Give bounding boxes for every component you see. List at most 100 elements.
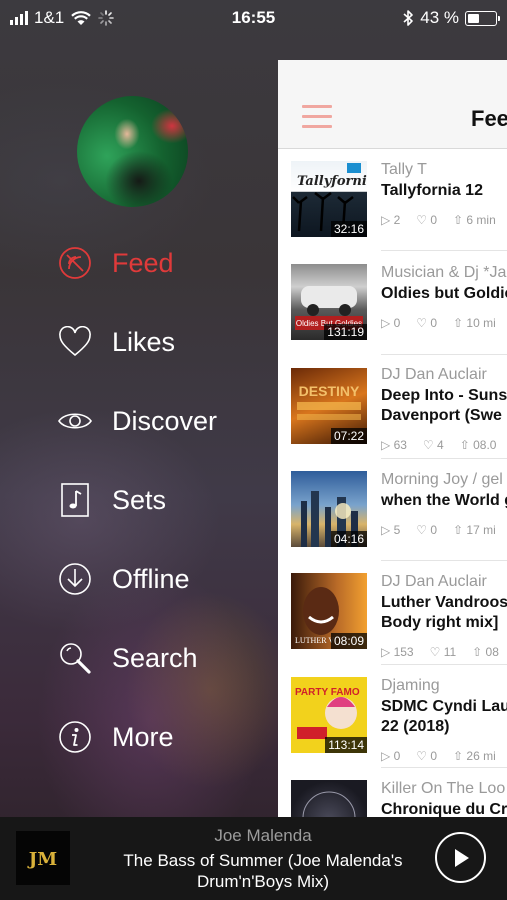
battery-percent: 43 % xyxy=(420,8,459,27)
like-count: 4 xyxy=(437,438,444,452)
download-icon xyxy=(56,560,94,598)
track-thumbnail: LUTHER V 08:09 xyxy=(291,573,367,649)
like-count: 11 xyxy=(443,645,457,659)
cover-text: JM xyxy=(27,849,58,870)
track-artist: Morning Joy / gel xyxy=(381,471,503,488)
mini-player[interactable]: JM Joe Malenda The Bass of Summer (Joe M… xyxy=(0,817,507,900)
upload-age: 17 mi xyxy=(466,523,496,537)
menu-label-offline: Offline xyxy=(112,563,190,594)
track-artist: Killer On The Loo xyxy=(381,780,506,797)
feed-panel[interactable]: Feed Tallyfornia 32:16 Tally T Tallyforn… xyxy=(278,60,507,817)
track-artist: Tally T xyxy=(381,161,427,178)
like-count: 0 xyxy=(430,749,438,763)
feed-header: Feed xyxy=(278,60,507,149)
track-artist: Musician & Dj *Ja xyxy=(381,264,507,281)
track-title-line2: Body right mix] xyxy=(381,614,499,631)
track-thumbnail: 04:16 xyxy=(291,471,367,547)
track-title: Chronique du Cr xyxy=(381,801,507,817)
menu-item-discover[interactable]: Discover xyxy=(56,401,217,441)
track-artist: DJ Dan Auclair xyxy=(381,573,487,590)
duration-badge: 32:16 xyxy=(330,221,367,237)
menu-item-sets[interactable]: Sets xyxy=(56,480,166,520)
track-title: Tallyfornia 12 xyxy=(381,182,483,199)
track-title-line2: 22 (2018) xyxy=(381,718,450,735)
duration-badge: 07:22 xyxy=(330,428,367,444)
track-title: Oldies but Goldie xyxy=(381,285,507,302)
list-item[interactable]: PARTY FAMO 113:14 Djaming SDMC Cyndi Lau… xyxy=(278,677,507,789)
duration-badge: 08:09 xyxy=(330,633,367,649)
play-count: 63 xyxy=(393,438,407,452)
track-artist: Djaming xyxy=(381,677,440,694)
play-button[interactable] xyxy=(435,832,486,883)
menu-label-likes: Likes xyxy=(112,326,176,357)
track-thumbnail: PARTY FAMO 113:14 xyxy=(291,677,367,753)
music-note-icon xyxy=(56,481,94,519)
hamburger-menu-icon[interactable] xyxy=(302,105,332,129)
duration-badge: 113:14 xyxy=(325,737,367,753)
list-item[interactable]: LUTHER V 08:09 DJ Dan Auclair Luther Van… xyxy=(278,573,507,685)
player-track-title: The Bass of Summer (Joe Malenda's Drum'n… xyxy=(123,851,403,891)
upload-age: 6 min xyxy=(466,213,496,227)
track-artist: DJ Dan Auclair xyxy=(381,366,487,383)
eye-icon xyxy=(56,402,94,440)
menu-label-discover: Discover xyxy=(112,405,218,436)
menu-label-search: Search xyxy=(112,642,198,673)
play-count: 2 xyxy=(393,213,401,227)
list-item[interactable]: Tallyfornia 32:16 Tally T Tallyfornia 12… xyxy=(278,161,507,263)
play-icon xyxy=(454,848,469,867)
play-count: 0 xyxy=(393,749,401,763)
info-icon xyxy=(56,718,94,756)
like-count: 0 xyxy=(430,213,438,227)
menu-label-sets: Sets xyxy=(112,484,167,515)
track-stats: ▷ 2 ♡ 0 ⇧ 6 min xyxy=(381,213,496,227)
list-item[interactable]: Killer On The Loo Chronique du Cr xyxy=(278,780,507,817)
search-icon xyxy=(56,639,94,677)
like-count: 0 xyxy=(430,316,438,330)
thumb-text: PARTY FAMO xyxy=(295,687,360,698)
track-title: Deep Into - Suns xyxy=(381,387,507,404)
menu-item-more[interactable]: More xyxy=(56,717,174,757)
track-stats: ▷ 0 ♡ 0 ⇧ 26 mi xyxy=(381,749,496,763)
play-count: 0 xyxy=(393,316,401,330)
track-stats: ▷ 0 ♡ 0 ⇧ 10 mi xyxy=(381,316,496,330)
menu-item-search[interactable]: Search xyxy=(56,638,198,678)
track-title-line2: Davenport (Swe xyxy=(381,407,502,424)
list-item[interactable]: DESTINY 07:22 DJ Dan Auclair Deep Into -… xyxy=(278,366,507,478)
heart-icon xyxy=(56,323,94,361)
track-thumbnail xyxy=(291,780,367,817)
thumb-text: LUTHER V xyxy=(295,636,334,645)
battery-icon xyxy=(465,10,500,26)
player-artist: Joe Malenda xyxy=(214,826,312,845)
menu-label-more: More xyxy=(112,721,174,752)
track-stats: ▷ 5 ♡ 0 ⇧ 17 mi xyxy=(381,523,496,537)
track-thumbnail: Tallyfornia 32:16 xyxy=(291,161,367,237)
avatar[interactable] xyxy=(77,96,188,207)
duration-badge: 131:19 xyxy=(324,324,367,340)
track-thumbnail: Oldies But Goldies 131:19 xyxy=(291,264,367,340)
page-title: Feed xyxy=(471,106,507,131)
play-count: 5 xyxy=(393,523,401,537)
menu-item-offline[interactable]: Offline xyxy=(56,559,190,599)
track-stats: ▷ 63 ♡ 4 ⇧ 08.0 xyxy=(381,438,497,452)
thumb-text: Tallyfornia xyxy=(297,174,367,189)
track-title: SDMC Cyndi Lau xyxy=(381,698,507,715)
feed-icon xyxy=(56,244,94,282)
bluetooth-icon xyxy=(403,10,414,26)
upload-age: 08 xyxy=(485,645,499,659)
track-title: Luther Vandroos xyxy=(381,594,507,611)
like-count: 0 xyxy=(430,523,438,537)
upload-age: 10 mi xyxy=(466,316,496,330)
menu-item-likes[interactable]: Likes xyxy=(56,322,175,362)
thumb-text: DESTINY xyxy=(299,383,360,399)
status-bar: 1&1 16:55 43 % xyxy=(0,0,507,36)
track-stats: ▷ 153 ♡ 11 ⇧ 08 xyxy=(381,645,499,659)
upload-age: 26 mi xyxy=(466,749,496,763)
track-thumbnail: DESTINY 07:22 xyxy=(291,368,367,444)
menu-item-feed[interactable]: Feed xyxy=(56,243,174,283)
track-title: when the World g xyxy=(381,492,507,509)
upload-age: 08.0 xyxy=(473,438,497,452)
album-cover[interactable]: JM xyxy=(16,831,70,885)
list-item[interactable]: 04:16 Morning Joy / gel when the World g… xyxy=(278,471,507,573)
menu-label-feed: Feed xyxy=(112,247,174,278)
list-item[interactable]: Oldies But Goldies 131:19 Musician & Dj … xyxy=(278,264,507,366)
